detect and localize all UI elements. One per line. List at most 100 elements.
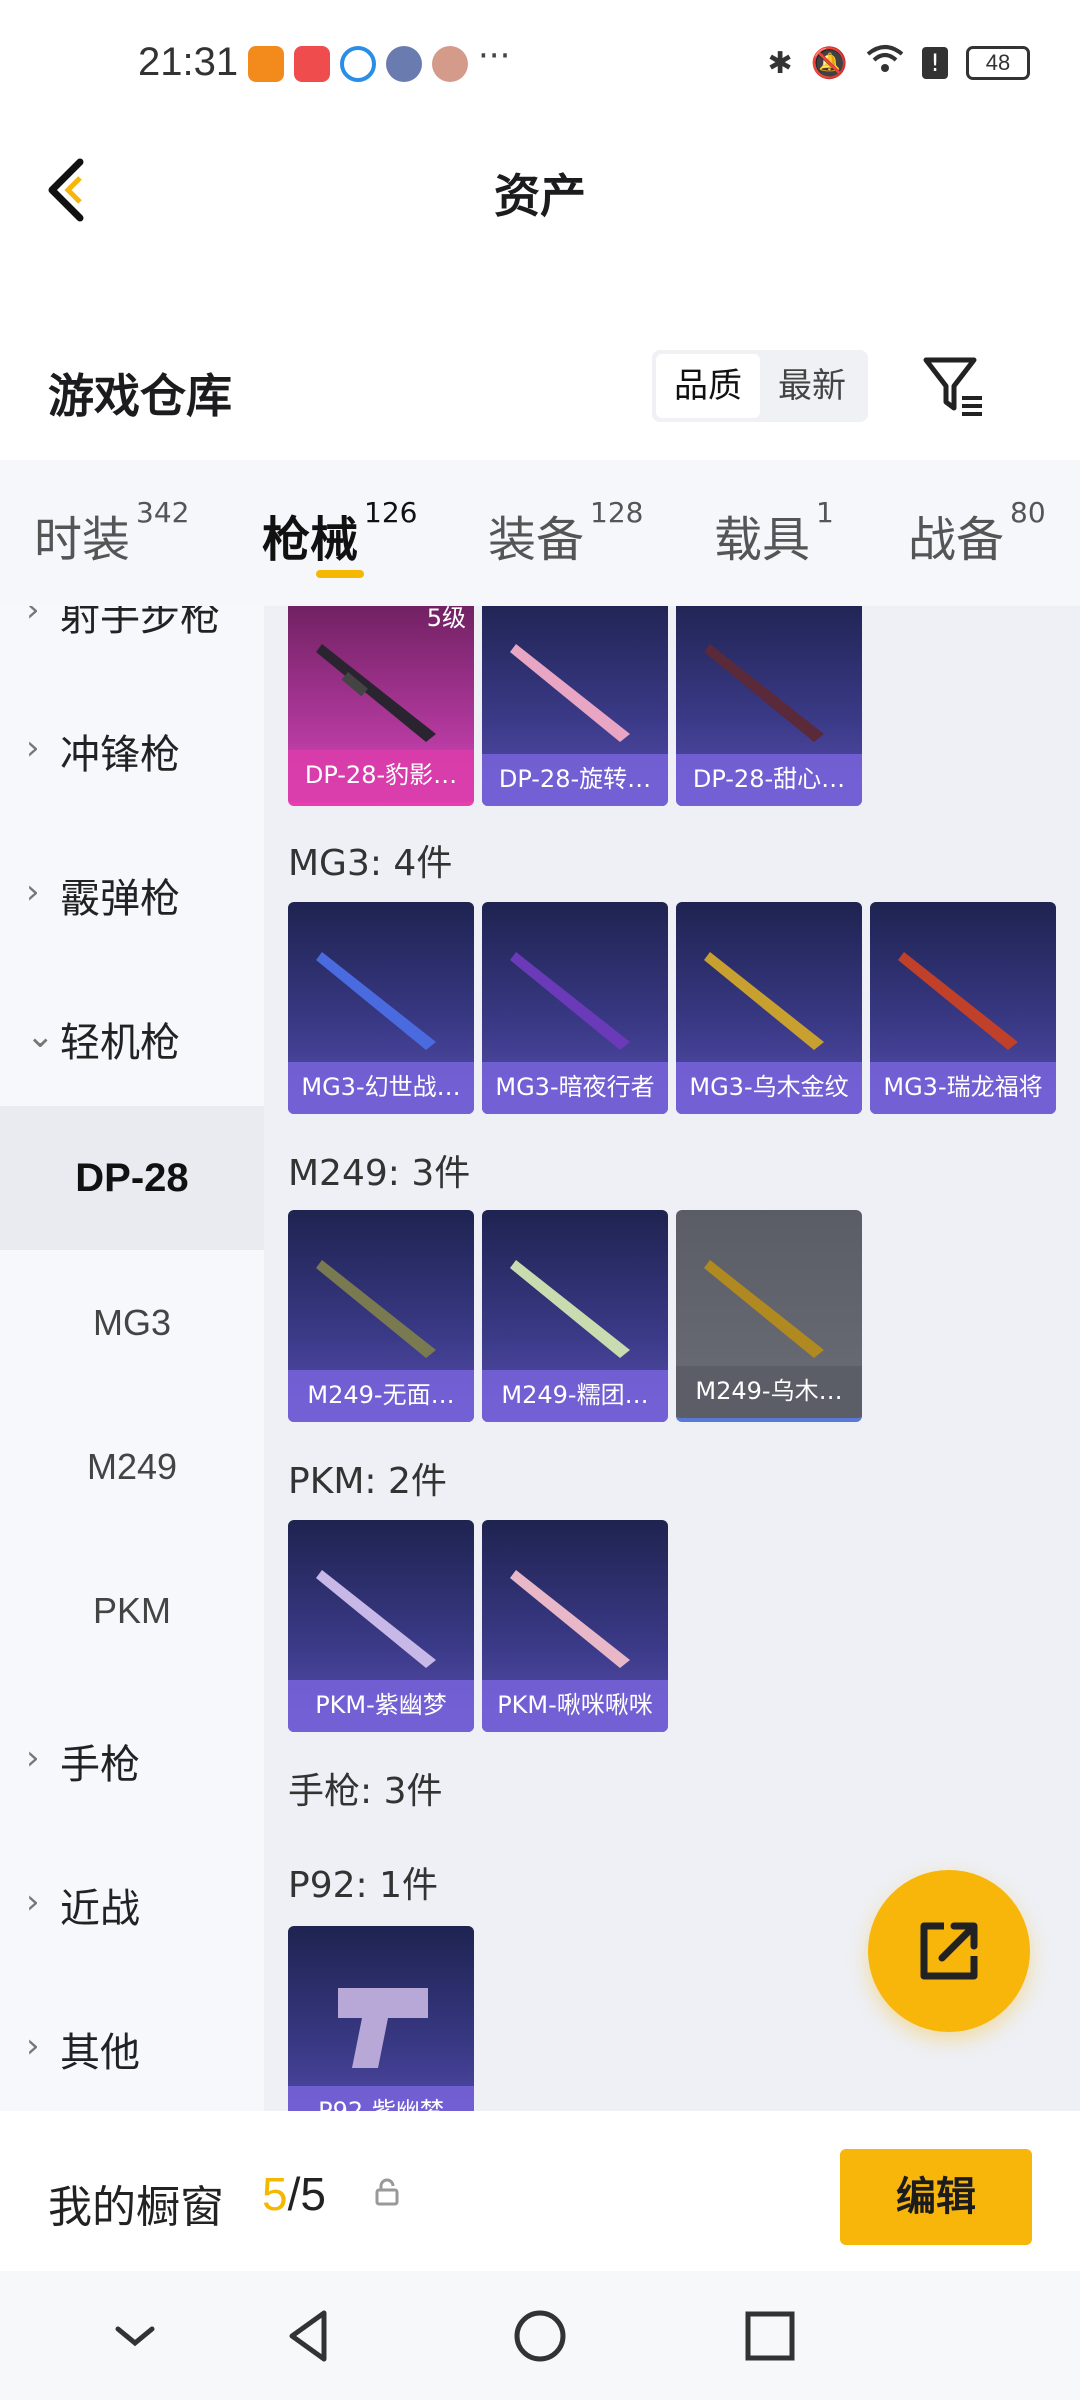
showcase-total: /5 (287, 2168, 326, 2220)
page-title: 资产 (494, 169, 586, 223)
battery-icon: 48 (966, 46, 1030, 80)
group-title-m249: M249: 3件 (288, 1153, 471, 1194)
skin-card[interactable]: DP-28-旋转… (482, 606, 668, 806)
section-title: 游戏仓库 (48, 369, 232, 423)
nav-home-icon[interactable] (505, 2301, 575, 2371)
showcase-current: 5 (262, 2168, 288, 2220)
bluetooth-icon: ✱ (767, 45, 793, 81)
tab-count: 126 (364, 496, 418, 529)
nav-back-icon[interactable] (274, 2301, 344, 2371)
weapon-skin-image (510, 1260, 630, 1358)
weapon-skin-image (898, 952, 1018, 1050)
skin-card[interactable]: MG3-暗夜行者 (482, 902, 668, 1114)
tab-supplies[interactable]: 战备 80 (908, 496, 1046, 570)
sidebar-subitem-pkm[interactable]: PKM (0, 1590, 264, 1632)
chevron-right-icon: › (26, 1738, 40, 1778)
skin-name: P92-紫幽梦 (288, 2086, 474, 2111)
status-time: 21:31 (138, 40, 239, 84)
skin-card[interactable]: M249-乌木… (676, 1210, 862, 1422)
alert-icon: ! (922, 47, 948, 79)
weapon-skin-image (704, 644, 824, 742)
sidebar-item-label: 近战 (60, 1886, 140, 1932)
weapon-type-sidebar: › 射手步枪 › 冲锋枪 › 霰弹枪 ⌄ 轻机枪 DP-28 MG3 M249 PKM … (0, 606, 264, 2111)
sidebar-item-label: 其他 (60, 2030, 140, 2076)
showcase-count: 5/5 (262, 2167, 326, 2221)
category-tabs: 时装 342 枪械 126 装备 128 载具 1 战备 80 (0, 460, 1080, 606)
tab-firearms[interactable]: 枪械 126 (262, 496, 417, 570)
skin-card[interactable]: MG3-幻世战… (288, 902, 474, 1114)
skin-name: DP-28-豹影… (288, 750, 474, 802)
skin-card[interactable]: PKM-紫幽梦 (288, 1520, 474, 1732)
skin-card[interactable]: 5级 DP-28-豹影… (288, 606, 474, 806)
system-indicators: ✱ 🔕 ! 48 (767, 44, 1030, 82)
app-notification-icon (248, 46, 284, 82)
skin-card[interactable]: MG3-乌木金纹 (676, 902, 862, 1114)
showcase-label: 我的橱窗 (48, 2182, 224, 2233)
app-notification-icon (432, 46, 468, 82)
skin-card[interactable]: PKM-啾咪啾咪 (482, 1520, 668, 1732)
skin-card[interactable]: P92-紫幽梦 (288, 1926, 474, 2111)
sidebar-subitem-dp28[interactable]: DP-28 (0, 1106, 264, 1250)
skin-card[interactable]: M249-无面… (288, 1210, 474, 1422)
sidebar-subitem-mg3[interactable]: MG3 (0, 1302, 264, 1344)
skin-card[interactable]: MG3-瑞龙福将 (870, 902, 1056, 1114)
app-notification-icon (340, 46, 376, 82)
mute-icon: 🔕 (810, 45, 848, 81)
skin-name: MG3-乌木金纹 (676, 1062, 862, 1114)
weapon-skin-image (510, 1570, 630, 1668)
group-title-pkm: PKM: 2件 (288, 1461, 447, 1502)
edit-button[interactable]: 编辑 (840, 2149, 1032, 2245)
chevron-down-icon: ⌄ (26, 1016, 55, 1056)
tab-count: 80 (1010, 496, 1046, 529)
tab-outfits[interactable]: 时装 342 (34, 496, 189, 570)
weapon-skin-image (704, 1260, 824, 1358)
skin-name: PKM-紫幽梦 (288, 1680, 474, 1732)
group-title-pistol: 手枪: 3件 (288, 1771, 443, 1812)
tab-label: 载具 (714, 512, 811, 568)
nav-collapse-icon[interactable] (100, 2301, 170, 2371)
filter-icon (923, 357, 982, 416)
weapon-skin-image (316, 644, 436, 742)
weapon-skin-image (510, 952, 630, 1050)
skin-name: DP-28-旋转… (482, 754, 668, 806)
lock-icon (375, 2178, 399, 2206)
tab-count: 128 (590, 496, 644, 529)
skin-name: M249-乌木… (676, 1366, 862, 1418)
sidebar-item-label: 射手步枪 (60, 606, 220, 640)
chevron-right-icon: › (26, 872, 40, 912)
status-bar: 21:31 ··· ✱ 🔕 ! 48 (0, 0, 1080, 130)
filter-button[interactable] (920, 352, 986, 418)
tab-label: 时装 (34, 512, 131, 568)
sidebar-item-label: 冲锋枪 (60, 732, 180, 778)
weapon-skin-image (316, 952, 436, 1050)
showcase-bar: 我的橱窗 5/5 编辑 (0, 2111, 1080, 2271)
skin-name: MG3-幻世战… (288, 1062, 474, 1114)
skin-card[interactable]: DP-28-甜心… (676, 606, 862, 806)
sort-toggle: 品质 最新 (652, 350, 868, 422)
weapon-skin-image (316, 1260, 436, 1358)
weapon-skin-image (316, 1570, 436, 1668)
more-notifications-icon: ··· (478, 36, 511, 76)
wifi-icon (866, 44, 904, 82)
app-notification-icon (386, 46, 422, 82)
tab-vehicles[interactable]: 载具 1 (714, 496, 834, 570)
skin-card[interactable]: M249-糯团… (482, 1210, 668, 1422)
sort-latest-button[interactable]: 最新 (760, 354, 864, 418)
share-button[interactable] (868, 1870, 1030, 2032)
skin-name: PKM-啾咪啾咪 (482, 1680, 668, 1732)
skin-name: MG3-暗夜行者 (482, 1062, 668, 1114)
nav-recents-icon[interactable] (735, 2301, 805, 2371)
weapon-skin-image (338, 1988, 428, 2068)
skin-name: M249-无面… (288, 1370, 474, 1422)
chevron-right-icon: › (26, 606, 40, 630)
group-title-mg3: MG3: 4件 (288, 843, 453, 884)
weapon-skin-image (704, 952, 824, 1050)
chevron-right-icon: › (26, 728, 40, 768)
skin-name: DP-28-甜心… (676, 754, 862, 806)
sidebar-subitem-m249[interactable]: M249 (0, 1446, 264, 1488)
active-tab-indicator (316, 570, 364, 578)
tab-label: 装备 (488, 512, 585, 568)
notification-icons (248, 46, 468, 82)
tab-equipment[interactable]: 装备 128 (488, 496, 643, 570)
sort-quality-button[interactable]: 品质 (656, 354, 760, 418)
